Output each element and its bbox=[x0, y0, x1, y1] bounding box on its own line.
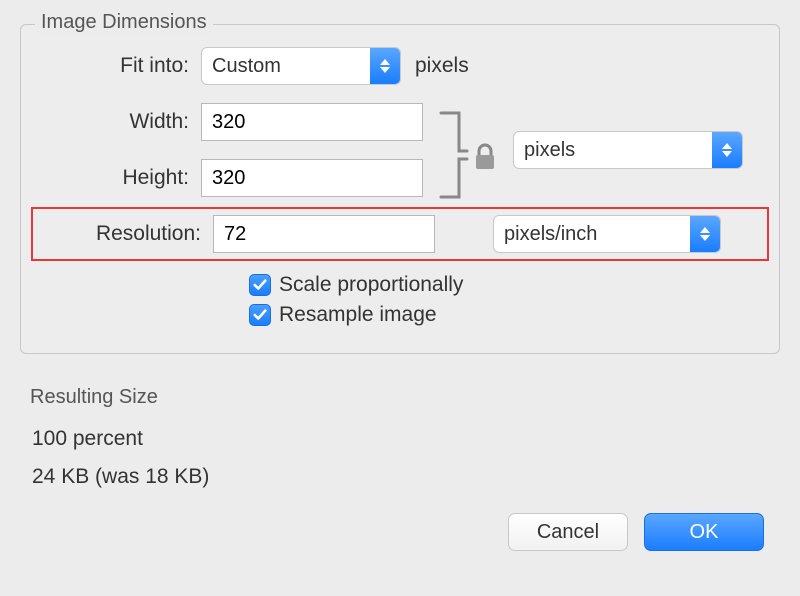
resample-image-label: Resample image bbox=[279, 303, 437, 327]
scale-proportionally-checkbox[interactable] bbox=[249, 274, 271, 296]
resample-image-checkbox[interactable] bbox=[249, 304, 271, 326]
resolution-input[interactable] bbox=[213, 215, 435, 253]
cancel-button[interactable]: Cancel bbox=[508, 513, 628, 551]
chevrons-icon bbox=[712, 132, 742, 168]
fit-into-row: Fit into: Custom pixels bbox=[41, 47, 759, 85]
lock-icon bbox=[473, 143, 497, 171]
height-input[interactable] bbox=[201, 159, 423, 197]
fit-into-label: Fit into: bbox=[41, 54, 201, 78]
width-input[interactable] bbox=[201, 103, 423, 141]
chevrons-icon bbox=[370, 48, 400, 84]
height-label: Height: bbox=[41, 166, 201, 190]
resulting-size-group: Resulting Size 100 percent 24 KB (was 18… bbox=[20, 376, 780, 489]
resolution-highlight: Resolution: pixels/inch bbox=[31, 207, 769, 261]
fit-into-unit-text: pixels bbox=[415, 54, 469, 78]
resulting-percent: 100 percent bbox=[30, 427, 770, 451]
chevrons-icon bbox=[690, 216, 720, 252]
resolution-unit-select[interactable]: pixels/inch bbox=[493, 215, 721, 253]
ok-button[interactable]: OK bbox=[644, 513, 764, 551]
resulting-size-title: Resulting Size bbox=[30, 386, 770, 409]
image-dimensions-group: Image Dimensions Fit into: Custom pixels… bbox=[20, 24, 780, 354]
resulting-kb: 24 KB (was 18 KB) bbox=[30, 465, 770, 489]
fit-into-select[interactable]: Custom bbox=[201, 47, 401, 85]
width-label: Width: bbox=[41, 110, 201, 134]
scale-proportionally-row: Scale proportionally bbox=[249, 273, 759, 297]
resolution-unit-value: pixels/inch bbox=[504, 223, 597, 246]
resample-image-row: Resample image bbox=[249, 303, 759, 327]
fit-into-value: Custom bbox=[212, 55, 281, 78]
group-title-image-dimensions: Image Dimensions bbox=[35, 11, 213, 34]
resolution-label: Resolution: bbox=[43, 222, 213, 246]
dimension-unit-value: pixels bbox=[524, 139, 575, 162]
dialog-buttons: Cancel OK bbox=[20, 503, 780, 551]
scale-proportionally-label: Scale proportionally bbox=[279, 273, 463, 297]
dimension-unit-select[interactable]: pixels bbox=[513, 131, 743, 169]
